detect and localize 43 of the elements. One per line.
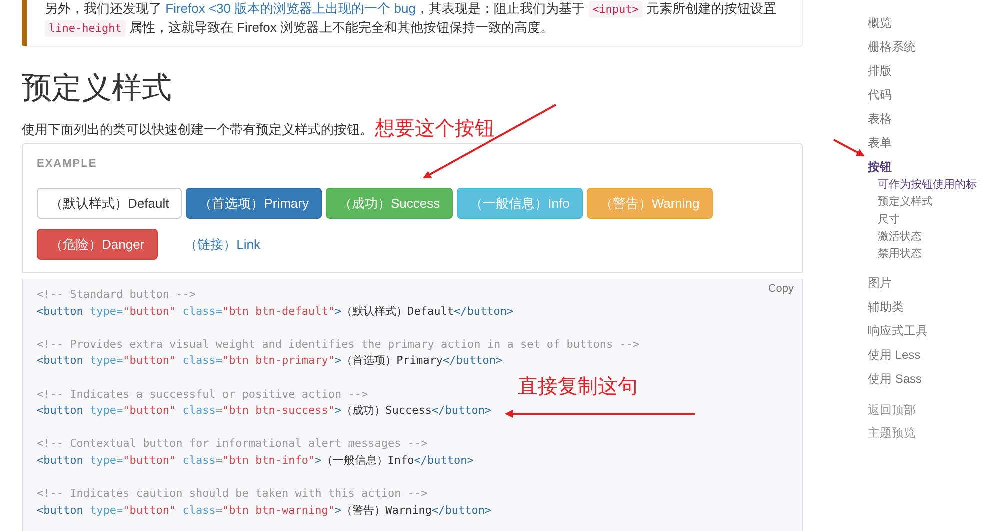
link-button[interactable]: （链接）Link (172, 229, 274, 260)
annotation-text: 想要这个按钮 (375, 117, 495, 141)
styled-button[interactable]: （首选项）Primary (186, 188, 322, 219)
code-comment: <!-- Indicates caution should be taken with this action --> (37, 486, 428, 502)
sidebar-subitem[interactable]: 禁用状态 (878, 246, 984, 264)
styled-button[interactable]: （默认样式）Default (37, 188, 182, 219)
sidebar-item[interactable]: 排版 (868, 59, 984, 83)
sidebar-link[interactable]: 主题预览 (868, 422, 984, 446)
sidebar-item[interactable]: 响应式工具 (868, 319, 984, 344)
code-comment: <!-- Indicates a successful or positive action --> (37, 386, 368, 403)
sidebar-item[interactable]: 使用 Less (868, 343, 984, 368)
code-comment: <!-- Contextual button for informational alert messages --> (37, 436, 428, 452)
code-comment: <!-- Standard button --> (37, 287, 196, 303)
sidebar-subitem[interactable]: 可作为按钮使用的标 (878, 177, 984, 194)
code-line: <button type="button" class="btn btn-primary">（首选项）Primary</button> (37, 353, 503, 370)
code-comment: <!-- Provides extra visual weight and identifies the primary action in a set of buttons --> (37, 336, 640, 353)
sidebar-item[interactable]: 按钮 (868, 155, 984, 179)
sidebar-item[interactable]: 使用 Sass (868, 367, 984, 392)
sidebar-subitem[interactable]: 预定义样式 (878, 194, 984, 212)
arrow (834, 139, 865, 157)
bug-link[interactable]: Firefox <30 版本的浏览器上出现的一个 bug (166, 1, 416, 16)
sidebar-subitem[interactable]: 激活状态 (878, 228, 984, 246)
code-line: <button type="button" class="btn btn-default">（默认样式）Default</button> (37, 304, 514, 320)
description-text: 使用下面列出的类可以快速创建一个带有预定义样式的按钮。 (22, 121, 373, 139)
code-line: <button type="button" class="btn btn-warning">（警告）Warning</button> (37, 502, 492, 519)
sidebar-subitem[interactable]: 尺寸 (878, 212, 984, 229)
callout-text: 另外，我们还发现了 Firefox <30 版本的浏览器上出现的一个 bug，其表现是：阻止我们为基于 <input> 元素所创建的按钮设置 line-height 属性，这就导致在 Firefox 浏览器上不能完全和其他按钮保持一致的高度。 (45, 0, 778, 38)
sidebar-item[interactable]: 辅助类 (868, 295, 984, 320)
code-line: <button type="button" class="btn btn-info">（一般信息）Info</button> (37, 452, 474, 469)
sidebar-item[interactable]: 表格 (868, 107, 984, 131)
styled-button[interactable]: （成功）Success (326, 188, 454, 219)
sidebar-item[interactable]: 栅格系统 (868, 35, 984, 59)
sidebar-item[interactable]: 代码 (868, 83, 984, 107)
styled-button[interactable]: （危险）Danger (37, 229, 158, 260)
sidebar-item[interactable]: 表单 (868, 131, 984, 155)
code-line: <button type="button" class="btn btn-success">（成功）Success</button> (37, 403, 492, 420)
annotation-text: 直接复制这句 (518, 375, 638, 399)
sidebar-item[interactable]: 概览 (868, 11, 984, 35)
section-heading: 预定义样式 (22, 71, 173, 107)
sidebar-link[interactable]: 返回顶部 (868, 399, 984, 422)
example-label: EXAMPLE (37, 158, 98, 170)
sidebar-item[interactable]: 图片 (868, 271, 984, 296)
copy-button[interactable]: Copy (768, 283, 794, 295)
